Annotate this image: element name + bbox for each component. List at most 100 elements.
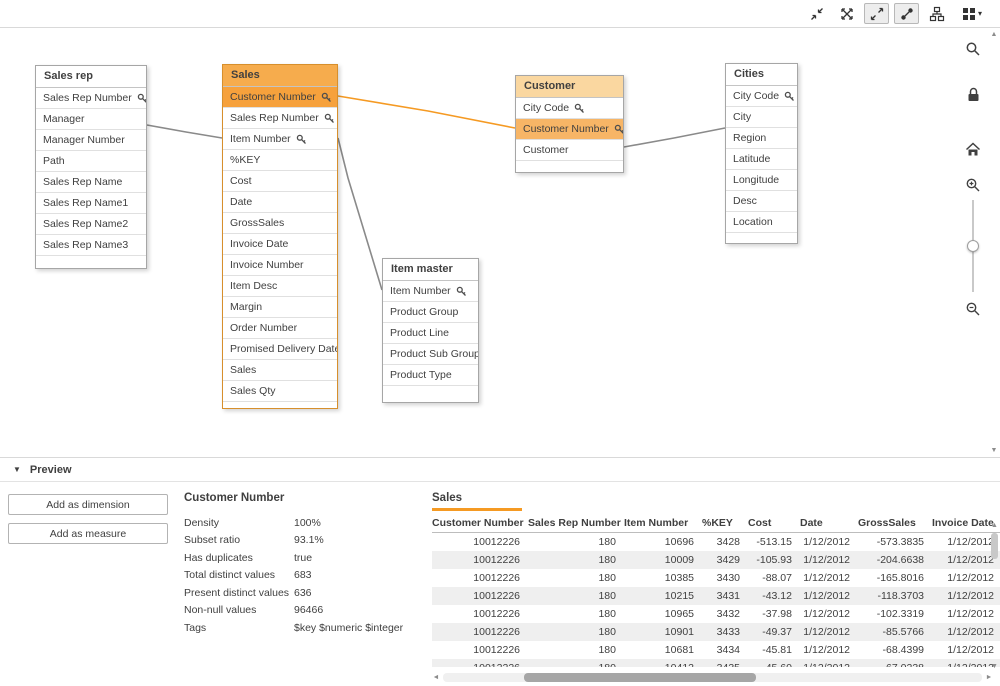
table-header[interactable]: Customer (516, 76, 623, 98)
field-region[interactable]: Region (726, 128, 797, 149)
scroll-up-icon[interactable]: ▲ (991, 31, 998, 38)
field-sales-qty[interactable]: Sales Qty (223, 381, 337, 402)
field-product-group[interactable]: Product Group (383, 302, 478, 323)
scrollbar-thumb[interactable] (991, 533, 998, 559)
table-header[interactable]: Item master (383, 259, 478, 281)
field-sales-rep-name[interactable]: Sales Rep Name (36, 172, 146, 193)
model-canvas[interactable]: Sales repSales Rep NumberManagerManager … (0, 28, 1000, 458)
field-sales-rep-name1[interactable]: Sales Rep Name1 (36, 193, 146, 214)
field-customer-number[interactable]: Customer Number (223, 87, 337, 108)
column-header-customer-number[interactable]: Customer Number (432, 517, 528, 529)
field-product-type[interactable]: Product Type (383, 365, 478, 386)
zoom-slider[interactable] (960, 200, 986, 292)
column-header-key[interactable]: %KEY (702, 517, 748, 529)
field-city-code[interactable]: City Code (726, 86, 797, 107)
association-salesrep-sales[interactable] (147, 125, 222, 138)
table-row[interactable]: 10012226180106813434-45.811/12/2012-68.4… (432, 641, 1000, 659)
field-sales-rep-number[interactable]: Sales Rep Number (36, 88, 146, 109)
field-date[interactable]: Date (223, 192, 337, 213)
grid-layout-button[interactable] (924, 3, 949, 24)
preview-table-vertical-scrollbar[interactable]: ▲ ▼ (989, 522, 1000, 670)
table-row[interactable]: 10012226180109013433-49.371/12/2012-85.5… (432, 623, 1000, 641)
field-order-number[interactable]: Order Number (223, 318, 337, 339)
field-cost[interactable]: Cost (223, 171, 337, 192)
lock-icon (966, 87, 981, 103)
zoom-out-button[interactable] (960, 296, 986, 322)
field-latitude[interactable]: Latitude (726, 149, 797, 170)
collapse-all-button[interactable] (804, 3, 829, 24)
field-product-sub-group[interactable]: Product Sub Group (383, 344, 478, 365)
table-row[interactable]: 10012226180106963428-513.151/12/2012-573… (432, 533, 1000, 551)
field-invoice-date[interactable]: Invoice Date (223, 234, 337, 255)
field-customer[interactable]: Customer (516, 140, 623, 161)
field-item-number[interactable]: Item Number (383, 281, 478, 302)
field-longitude[interactable]: Longitude (726, 170, 797, 191)
scroll-down-icon[interactable]: ▼ (991, 447, 998, 454)
model-table-customer[interactable]: CustomerCity CodeCustomer NumberCustomer (515, 75, 624, 173)
field-promised-delivery-date[interactable]: Promised Delivery Date (223, 339, 337, 360)
table-header[interactable]: Sales (223, 65, 337, 87)
table-header[interactable]: Sales rep (36, 66, 146, 88)
preview-header[interactable]: ▼ Preview (0, 458, 1000, 482)
field-location[interactable]: Location (726, 212, 797, 233)
model-table-sales-rep[interactable]: Sales repSales Rep NumberManagerManager … (35, 65, 147, 269)
search-button[interactable] (960, 36, 986, 62)
field-invoice-number[interactable]: Invoice Number (223, 255, 337, 276)
column-header-grosssales[interactable]: GrossSales (858, 517, 932, 529)
column-header-date[interactable]: Date (800, 517, 858, 529)
table-row[interactable]: 10012226180102153431-43.121/12/2012-118.… (432, 587, 1000, 605)
field-item-desc[interactable]: Item Desc (223, 276, 337, 297)
association-sales-itemmaster[interactable] (338, 138, 382, 290)
scroll-down-icon[interactable]: ▼ (991, 663, 998, 670)
canvas-vertical-scrollbar[interactable]: ▲ ▼ (989, 31, 999, 454)
add-as-dimension-button[interactable]: Add as dimension (8, 494, 168, 515)
table-row[interactable]: 10012226180103853430-88.071/12/2012-165.… (432, 569, 1000, 587)
field-margin[interactable]: Margin (223, 297, 337, 318)
table-header[interactable]: Cities (726, 64, 797, 86)
table-connections-button[interactable] (894, 3, 919, 24)
table-row[interactable]: 10012226180109653432-37.981/12/2012-102.… (432, 605, 1000, 623)
table-cell: 10681 (624, 644, 702, 656)
collapse-preview-icon[interactable]: ▼ (13, 465, 21, 474)
field-manager[interactable]: Manager (36, 109, 146, 130)
lock-button[interactable] (960, 82, 986, 108)
view-menu-button[interactable]: ▾ (954, 3, 990, 24)
scrollbar-thumb[interactable] (524, 673, 756, 682)
field-grosssales[interactable]: GrossSales (223, 213, 337, 234)
field-desc[interactable]: Desc (726, 191, 797, 212)
table-cell: -204.6638 (858, 554, 932, 566)
zoom-slider-handle[interactable] (967, 240, 979, 252)
association-sales-customer[interactable] (338, 96, 515, 128)
field-manager-number[interactable]: Manager Number (36, 130, 146, 151)
field-item-number[interactable]: Item Number (223, 129, 337, 150)
table-row[interactable]: 10012226180104123435-45.601/12/2012-67.0… (432, 659, 1000, 667)
association-customer-cities[interactable] (624, 128, 725, 147)
field-sales-rep-name3[interactable]: Sales Rep Name3 (36, 235, 146, 256)
model-table-sales[interactable]: SalesCustomer NumberSales Rep NumberItem… (222, 64, 338, 409)
field-sales[interactable]: Sales (223, 360, 337, 381)
preview-horizontal-scrollbar[interactable]: ◄ ► (430, 671, 995, 684)
column-header-sales-rep-number[interactable]: Sales Rep Number (528, 517, 624, 529)
home-button[interactable] (960, 136, 986, 162)
field-key[interactable]: %KEY (223, 150, 337, 171)
zoom-in-button[interactable] (960, 172, 986, 198)
field-customer-number[interactable]: Customer Number (516, 119, 623, 140)
column-header-item-number[interactable]: Item Number (624, 517, 702, 529)
table-row[interactable]: 10012226180100093429-105.931/12/2012-204… (432, 551, 1000, 569)
column-header-cost[interactable]: Cost (748, 517, 800, 529)
add-as-measure-button[interactable]: Add as measure (8, 523, 168, 544)
field-path[interactable]: Path (36, 151, 146, 172)
field-sales-rep-name2[interactable]: Sales Rep Name2 (36, 214, 146, 235)
field-sales-rep-number[interactable]: Sales Rep Number (223, 108, 337, 129)
scroll-up-icon[interactable]: ▲ (991, 522, 998, 529)
field-product-line[interactable]: Product Line (383, 323, 478, 344)
scroll-right-icon[interactable]: ► (983, 674, 995, 681)
model-table-cities[interactable]: CitiesCity CodeCityRegionLatitudeLongitu… (725, 63, 798, 244)
model-table-item-master[interactable]: Item masterItem NumberProduct GroupProdu… (382, 258, 479, 403)
field-city[interactable]: City (726, 107, 797, 128)
expand-all-button[interactable] (864, 3, 889, 24)
show-linked-fields-button[interactable] (834, 3, 859, 24)
scroll-left-icon[interactable]: ◄ (430, 674, 442, 681)
field-city-code[interactable]: City Code (516, 98, 623, 119)
scrollbar-track[interactable] (443, 673, 982, 682)
